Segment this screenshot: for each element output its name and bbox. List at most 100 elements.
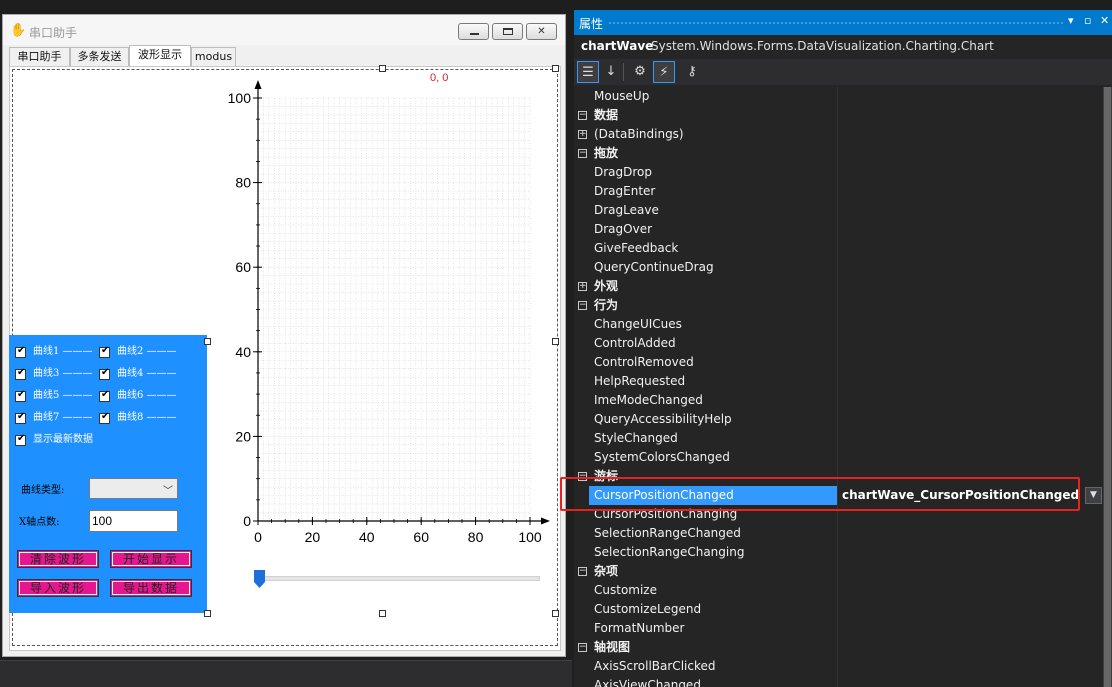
- property-category[interactable]: − 拖放: [574, 144, 1103, 163]
- scrollbar-thumb[interactable]: [1104, 87, 1111, 687]
- curve5-checkbox[interactable]: ✔: [15, 389, 26, 402]
- property-name: StyleChanged: [594, 431, 678, 445]
- property-row[interactable]: StyleChanged: [574, 429, 1103, 448]
- export-data-button[interactable]: 导出数据: [110, 579, 192, 597]
- x-points-input[interactable]: 100: [89, 510, 178, 532]
- check-icon: ✔: [101, 389, 110, 400]
- property-row[interactable]: QueryContinueDrag: [574, 258, 1103, 277]
- start-display-button[interactable]: 开始显示: [110, 550, 192, 568]
- collapse-icon[interactable]: −: [578, 643, 587, 652]
- property-row[interactable]: GiveFeedback: [574, 239, 1103, 258]
- property-row[interactable]: ChangeUICues: [574, 315, 1103, 334]
- property-pages-icon[interactable]: ⚷: [681, 61, 703, 83]
- properties-icon[interactable]: ⚙: [629, 61, 651, 83]
- resize-handle[interactable]: [204, 610, 211, 617]
- collapse-icon[interactable]: −: [578, 111, 587, 120]
- property-row[interactable]: AxisViewChanged: [574, 676, 1103, 687]
- maximize-icon[interactable]: ▫: [1084, 14, 1091, 28]
- property-row[interactable]: + (DataBindings): [574, 125, 1103, 144]
- curve3-checkbox[interactable]: ✔: [15, 367, 26, 380]
- tab-serial-assistant[interactable]: 串口助手: [9, 47, 70, 67]
- show-latest-label: 显示最新数据: [33, 434, 93, 445]
- property-row[interactable]: ControlAdded: [574, 334, 1103, 353]
- clear-waveform-button[interactable]: 清除波形: [17, 550, 99, 568]
- property-row[interactable]: Customize: [574, 581, 1103, 600]
- resize-handle[interactable]: [379, 65, 386, 72]
- curve2-checkbox[interactable]: ✔: [99, 345, 110, 358]
- expand-icon[interactable]: +: [578, 282, 587, 291]
- resize-handle[interactable]: [552, 610, 559, 617]
- import-waveform-button[interactable]: 导入波形: [17, 579, 99, 597]
- property-category[interactable]: + 外观: [574, 277, 1103, 296]
- close-icon: ✕: [537, 26, 546, 37]
- chevron-down-icon[interactable]: ▼: [1085, 487, 1102, 504]
- alphabetical-icon[interactable]: ↓: [600, 61, 622, 83]
- collapse-icon[interactable]: −: [578, 301, 587, 310]
- collapse-icon[interactable]: −: [578, 567, 587, 576]
- property-row[interactable]: QueryAccessibilityHelp: [574, 410, 1103, 429]
- chart-wave[interactable]: 0 20 40 60 80 100 0 20 40 60 80 100: [208, 68, 558, 618]
- column-splitter[interactable]: [837, 87, 838, 687]
- property-category[interactable]: − 轴视图: [574, 638, 1103, 657]
- curve-type-select[interactable]: ﹀: [89, 478, 178, 499]
- property-row[interactable]: HelpRequested: [574, 372, 1103, 391]
- property-name: AxisViewChanged: [594, 678, 701, 687]
- property-row[interactable]: DragOver: [574, 220, 1103, 239]
- property-name: FormatNumber: [594, 621, 685, 635]
- property-row[interactable]: AxisScrollBarClicked: [574, 657, 1103, 676]
- chart-scrollbar[interactable]: [254, 570, 540, 590]
- object-selector[interactable]: chartWave System.Windows.Forms.DataVisua…: [574, 35, 1112, 59]
- scrollbar-thumb[interactable]: [254, 570, 265, 588]
- y-tick-label: 40: [235, 344, 251, 360]
- scrollbar-track: [258, 576, 540, 581]
- ide-bottom-strip: [0, 660, 572, 687]
- close-icon[interactable]: ✕: [1100, 14, 1109, 28]
- property-row[interactable]: CustomizeLegend: [574, 600, 1103, 619]
- property-category[interactable]: − 行为: [574, 296, 1103, 315]
- resize-handle[interactable]: [552, 65, 559, 72]
- properties-toolbar: ☰ ↓ ⚙ ⚡ ⚷: [574, 59, 1112, 85]
- property-row[interactable]: ControlRemoved: [574, 353, 1103, 372]
- events-icon[interactable]: ⚡: [653, 61, 675, 83]
- dropdown-arrow-icon[interactable]: ▾: [1068, 14, 1074, 28]
- curve8-checkbox[interactable]: ✔: [99, 411, 110, 424]
- properties-title: 属性: [579, 17, 604, 31]
- maximize-button[interactable]: [492, 23, 523, 40]
- y-tick-label: 100: [228, 90, 252, 106]
- properties-titlebar[interactable]: 属性 ▾ ▫ ✕: [574, 10, 1112, 35]
- property-row[interactable]: FormatNumber: [574, 619, 1103, 638]
- curve6-checkbox[interactable]: ✔: [99, 389, 110, 402]
- curve1-checkbox[interactable]: ✔: [15, 345, 26, 358]
- collapse-icon[interactable]: −: [578, 149, 587, 158]
- property-row[interactable]: SelectionRangeChanging: [574, 543, 1103, 562]
- property-grid-scrollbar[interactable]: [1103, 87, 1112, 687]
- property-row[interactable]: DragLeave: [574, 201, 1103, 220]
- property-row[interactable]: SystemColorsChanged: [574, 448, 1103, 467]
- property-name: CustomizeLegend: [594, 602, 702, 616]
- categorized-icon[interactable]: ☰: [577, 61, 599, 83]
- x-tick-label: 40: [359, 529, 375, 545]
- resize-handle[interactable]: [379, 610, 386, 617]
- minimize-button[interactable]: [458, 23, 489, 40]
- curve7-label: 曲线7 ———: [33, 412, 93, 423]
- form-titlebar[interactable]: ✋ 串口助手 ✕: [3, 15, 565, 45]
- property-row[interactable]: MouseUp: [574, 87, 1103, 106]
- curve7-checkbox[interactable]: ✔: [15, 411, 26, 424]
- property-name: SystemColorsChanged: [594, 450, 730, 464]
- curve4-checkbox[interactable]: ✔: [99, 367, 110, 380]
- property-row[interactable]: DragDrop: [574, 163, 1103, 182]
- property-row[interactable]: DragEnter: [574, 182, 1103, 201]
- resize-handle[interactable]: [552, 338, 559, 345]
- resize-handle[interactable]: [204, 338, 211, 345]
- x-points-label: X轴点数:: [19, 517, 60, 528]
- property-category[interactable]: − 杂项: [574, 562, 1103, 581]
- show-latest-checkbox[interactable]: ✔: [15, 433, 26, 446]
- property-row[interactable]: ImeModeChanged: [574, 391, 1103, 410]
- property-row[interactable]: SelectionRangeChanged: [574, 524, 1103, 543]
- tab-multi-send[interactable]: 多条发送: [70, 47, 129, 67]
- tab-waveform[interactable]: 波形显示: [129, 45, 191, 67]
- tab-modus[interactable]: modus: [191, 47, 236, 67]
- expand-icon[interactable]: +: [578, 130, 587, 139]
- close-button[interactable]: ✕: [526, 23, 557, 40]
- property-category[interactable]: − 数据: [574, 106, 1103, 125]
